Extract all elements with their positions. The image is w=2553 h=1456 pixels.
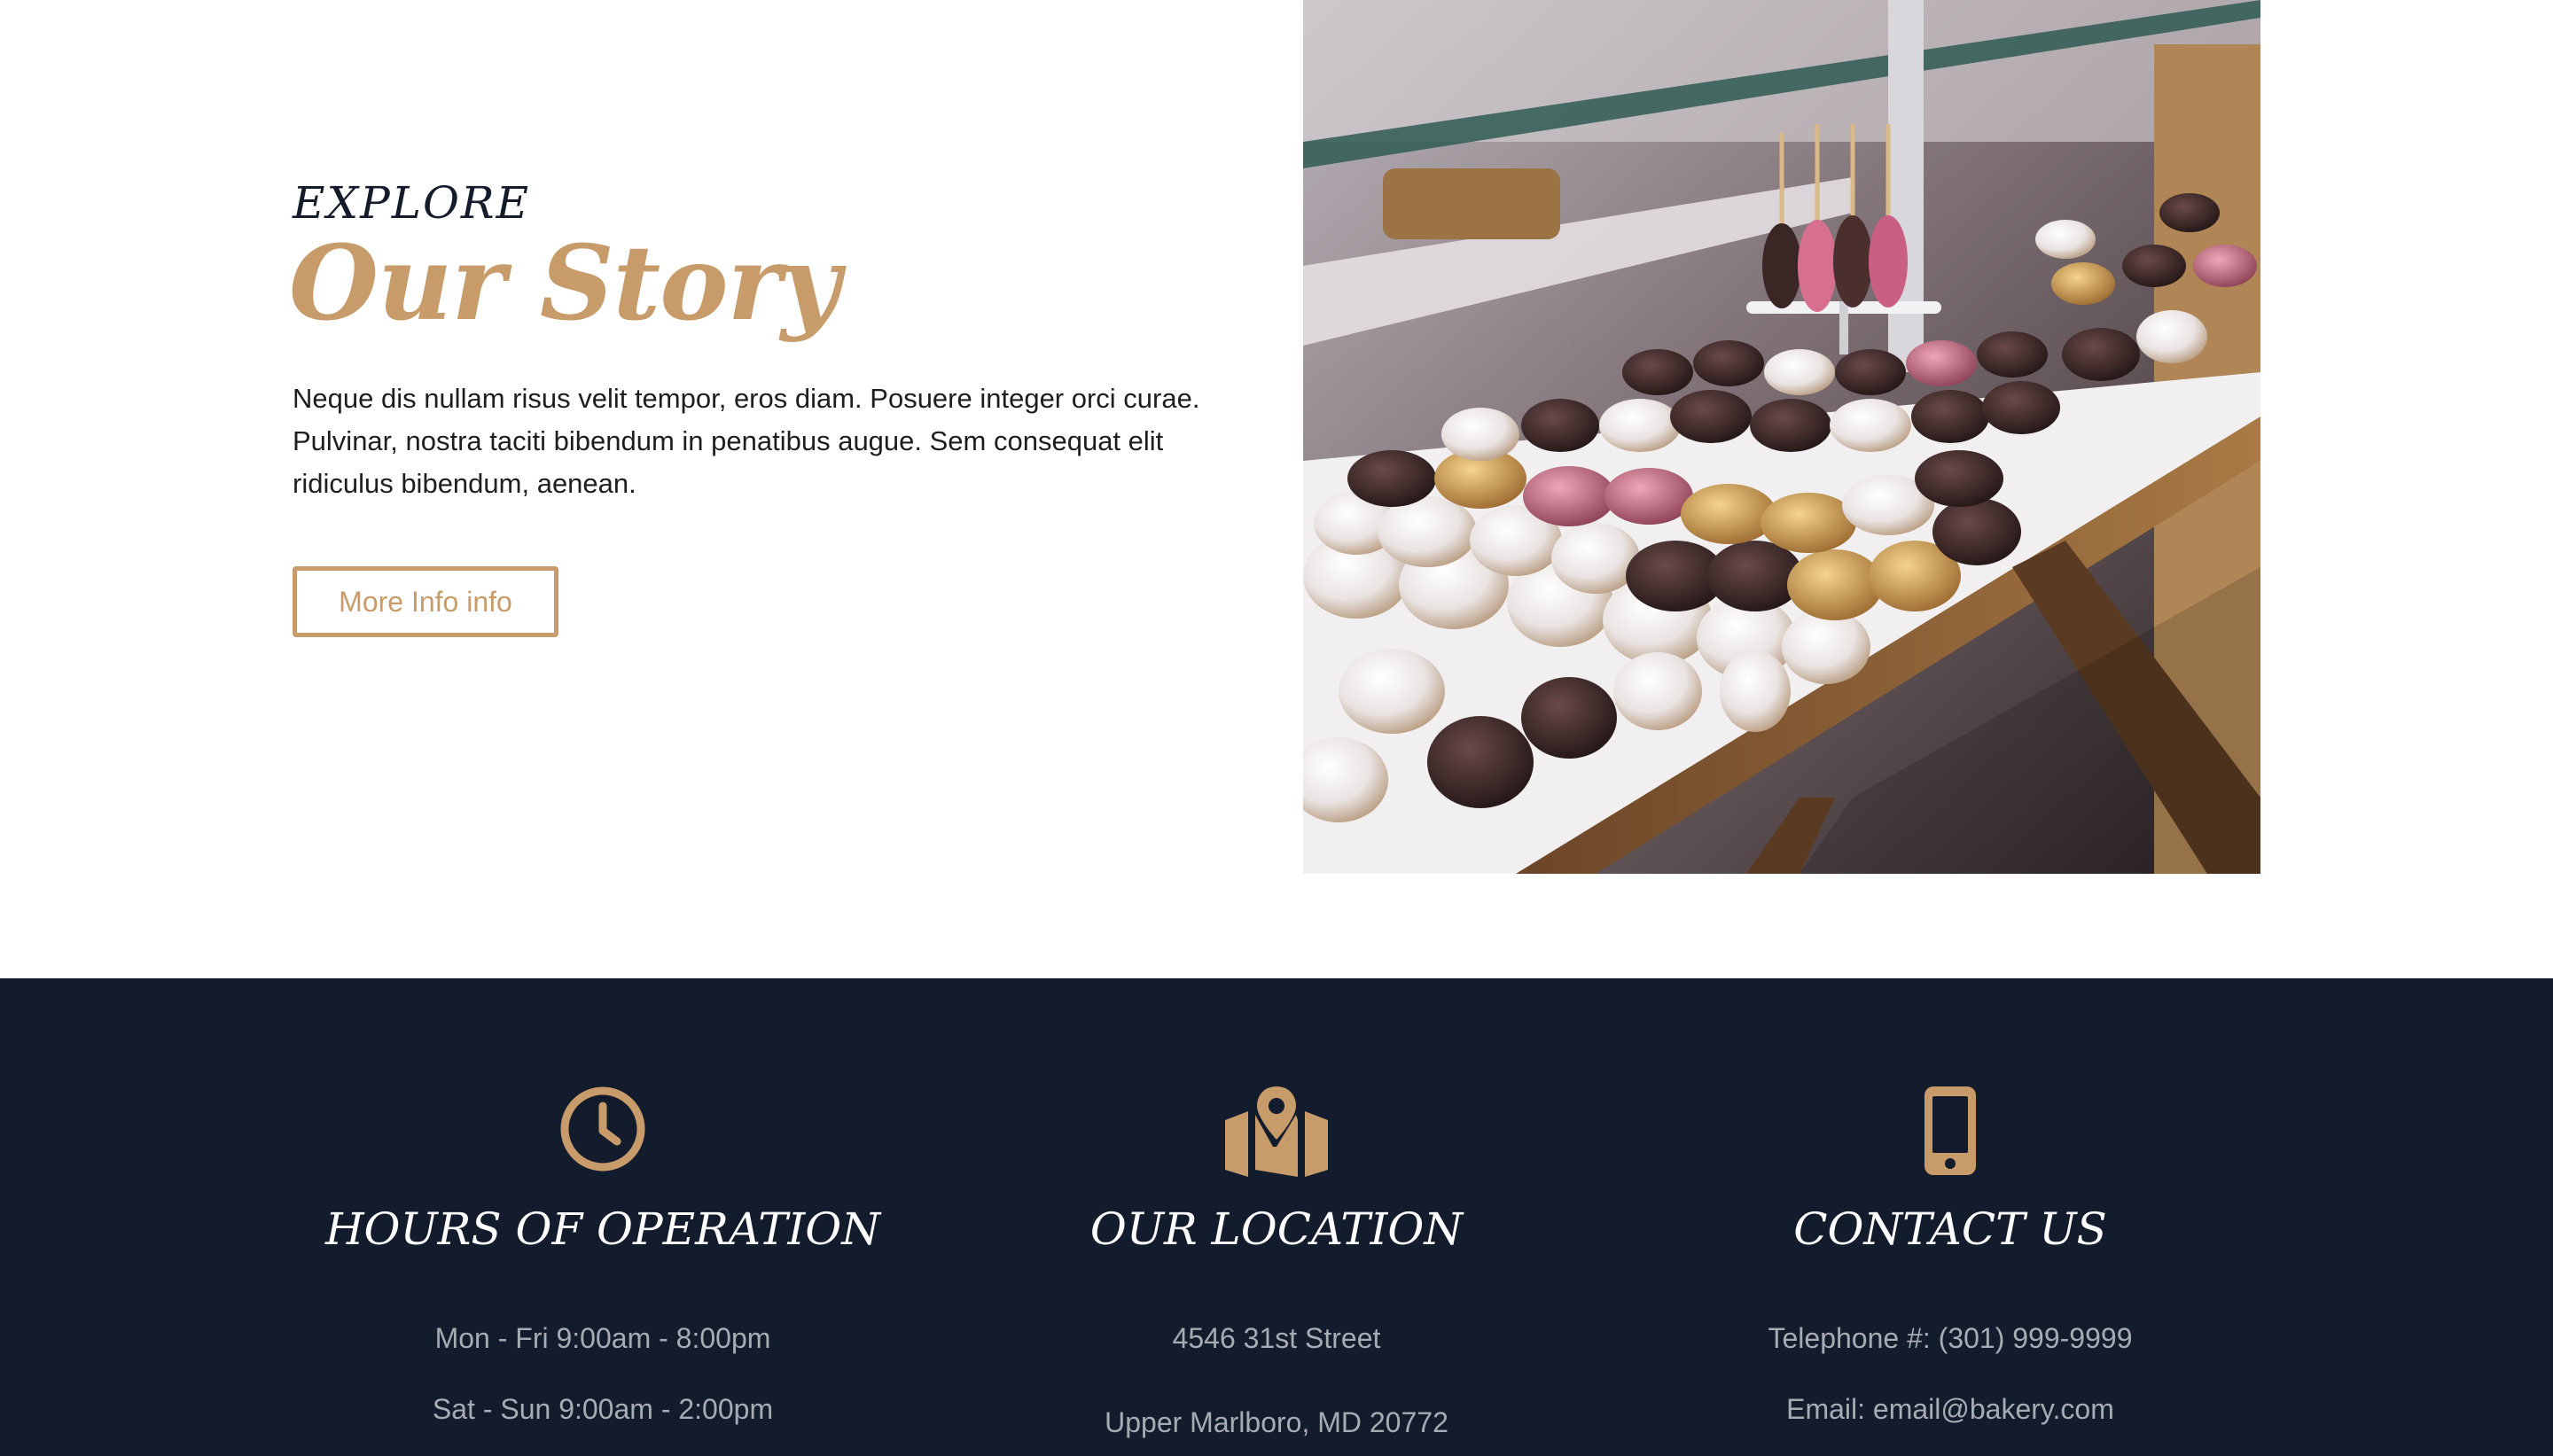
contact-telephone: Telephone #: (301) 999-9999 [1768, 1322, 2133, 1354]
story-title: Our Story [289, 223, 840, 344]
bakery-display-photo [1303, 0, 2260, 874]
location-street: 4546 31st Street [1172, 1322, 1381, 1354]
hours-weekday: Mon - Fri 9:00am - 8:00pm [434, 1322, 771, 1354]
more-info-button[interactable]: More Info info [293, 566, 558, 637]
location-heading: OUR LOCATION [1089, 1203, 1464, 1255]
contact-email: Email: email@bakery.com [1786, 1393, 2114, 1425]
mobile-phone-icon [1897, 1085, 2003, 1182]
location-city: Upper Marlboro, MD 20772 [1105, 1406, 1448, 1438]
info-footer-section: HOURS OF OPERATION Mon - Fri 9:00am - 8:… [0, 978, 2553, 1456]
map-pin-icon [1223, 1085, 1330, 1182]
hours-heading: HOURS OF OPERATION [324, 1203, 881, 1255]
story-text-block: EXPLORE Our Story Neque dis nullam risus… [289, 174, 1250, 505]
our-story-section: EXPLORE Our Story Neque dis nullam risus… [0, 0, 2553, 978]
clock-icon [550, 1085, 656, 1182]
hours-weekend: Sat - Sun 9:00am - 2:00pm [432, 1393, 774, 1425]
contact-heading: CONTACT US [1793, 1203, 2107, 1255]
story-paragraph: Neque dis nullam risus velit tempor, ero… [293, 383, 1200, 499]
